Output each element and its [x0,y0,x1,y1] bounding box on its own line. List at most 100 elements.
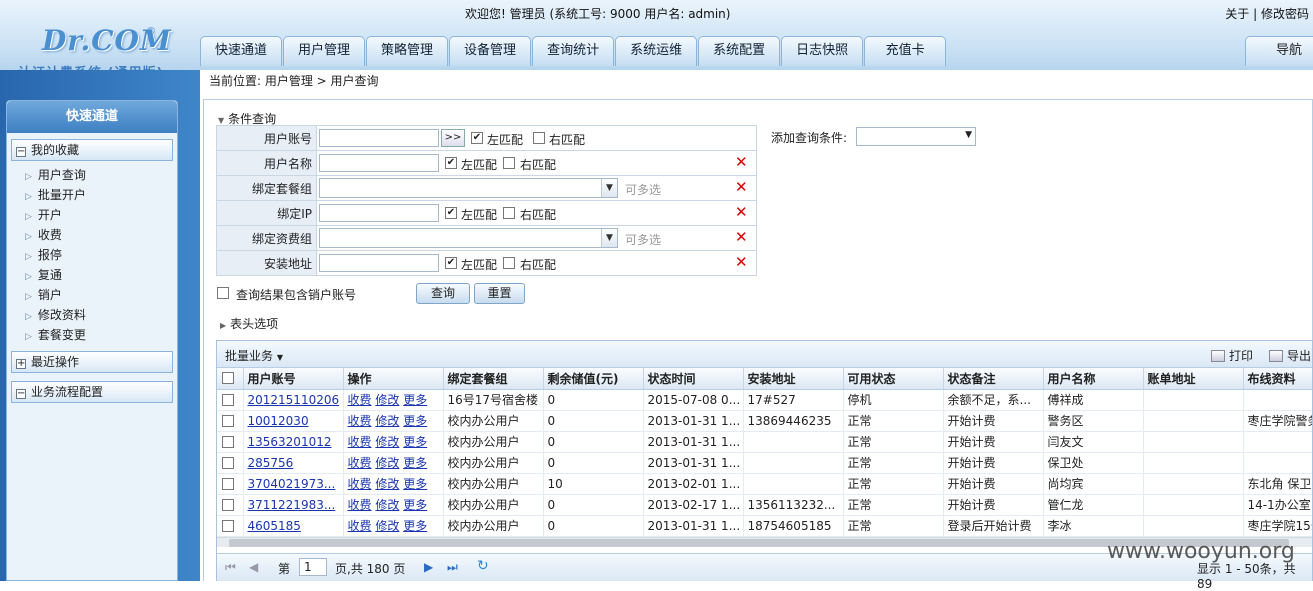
table-row[interactable]: 3711221983... 收费 修改 更多 校内办公用户 0 2013-02-17 1… [217,494,1312,516]
edit-link[interactable]: 修改 [375,414,399,428]
select-all-checkbox[interactable] [222,372,234,385]
row-checkbox[interactable] [222,477,234,490]
last-page-icon[interactable]: ⏭ [447,560,458,575]
left-match-checkbox[interactable]: ✔ [445,157,457,169]
sidebar-item[interactable]: ▷ 复通 [25,265,177,285]
column-header[interactable]: 剩余储值(元) [543,368,644,390]
page-number-input[interactable]: 1 [299,558,327,576]
row-checkbox[interactable] [222,456,234,469]
sidebar-group-recent[interactable]: + 最近操作 [11,351,173,373]
tab-3[interactable]: 设备管理 [449,36,532,66]
more-link[interactable]: 更多 [403,498,427,512]
more-link[interactable]: 更多 [403,393,427,407]
header-options-section[interactable]: ▶ 表头选项 [220,315,278,332]
tab-6[interactable]: 系统配置 [698,36,781,66]
account-link[interactable]: 4605185 [248,519,301,533]
more-link[interactable]: 更多 [403,456,427,470]
account-input[interactable] [319,129,439,147]
remove-condition-icon[interactable]: ✕ [735,178,748,196]
column-header[interactable]: 绑定套餐组 [443,368,544,390]
expand-button[interactable]: >> [441,129,465,147]
edit-link[interactable]: 修改 [375,435,399,449]
change-password-link[interactable]: 修改密码 [1261,7,1309,21]
charge-link[interactable]: 收费 [348,414,372,428]
tab-2[interactable]: 策略管理 [366,36,449,66]
row-checkbox[interactable] [222,498,234,511]
print-button[interactable]: 打印 [1211,347,1253,364]
more-link[interactable]: 更多 [403,414,427,428]
account-link[interactable]: 13563201012 [248,435,332,449]
row-checkbox[interactable] [222,519,234,532]
search-button[interactable]: 查询 [416,283,470,304]
sidebar-item[interactable]: ▷ 套餐变更 [25,325,177,345]
edit-link[interactable]: 修改 [375,498,399,512]
tab-1[interactable]: 用户管理 [283,36,366,66]
table-row[interactable]: 4605185 收费 修改 更多 校内办公用户 0 2013-01-31 1... 187… [217,515,1312,537]
sidebar-item[interactable]: ▷ 用户查询 [25,165,177,185]
table-row[interactable]: 285756 收费 修改 更多 校内办公用户 0 2013-01-31 1... 正常 开始… [217,452,1312,474]
left-match-checkbox[interactable]: ✔ [445,207,457,219]
sidebar-item[interactable]: ▷ 批量开户 [25,185,177,205]
charge-link[interactable]: 收费 [348,435,372,449]
tab-7[interactable]: 日志快照 [781,36,864,66]
column-header[interactable]: 布线资料 [1243,368,1312,390]
edit-link[interactable]: 修改 [375,456,399,470]
table-row[interactable]: 13563201012 收费 修改 更多 校内办公用户 0 2013-01-31 1..… [217,431,1312,453]
account-link[interactable]: 3704021973... [248,477,336,491]
column-header[interactable]: 状态备注 [943,368,1044,390]
include-closed-checkbox[interactable] [217,287,229,299]
reset-button[interactable]: 重置 [474,283,525,304]
table-row[interactable]: 10012030 收费 修改 更多 校内办公用户 0 2013-01-31 1... 13… [217,410,1312,432]
row-checkbox[interactable] [222,435,234,448]
table-row[interactable]: 3704021973... 收费 修改 更多 校内办公用户 10 2013-02-01 … [217,473,1312,495]
refresh-icon[interactable]: ↻ [477,558,489,574]
username-input[interactable] [319,154,439,172]
sidebar-group-workflow[interactable]: − 业务流程配置 [11,381,173,403]
remove-condition-icon[interactable]: ✕ [735,228,748,246]
tab-5[interactable]: 系统运维 [615,36,698,66]
about-link[interactable]: 关于 [1225,7,1249,21]
row-checkbox[interactable] [222,393,234,406]
package-select[interactable]: ▼ [319,178,618,198]
ip-input[interactable] [319,204,439,222]
more-link[interactable]: 更多 [403,519,427,533]
sidebar-item[interactable]: ▷ 修改资料 [25,305,177,325]
sidebar-item[interactable]: ▷ 收费 [25,225,177,245]
remove-condition-icon[interactable]: ✕ [735,253,748,271]
edit-link[interactable]: 修改 [375,477,399,491]
remove-condition-icon[interactable]: ✕ [735,153,748,171]
more-link[interactable]: 更多 [403,435,427,449]
edit-link[interactable]: 修改 [375,393,399,407]
charge-link[interactable]: 收费 [348,393,372,407]
charge-link[interactable]: 收费 [348,519,372,533]
first-page-icon[interactable]: ⏮ [225,560,236,575]
column-header[interactable]: 用户账号 [243,368,344,390]
next-page-icon[interactable]: ▶ [424,560,433,574]
column-header[interactable]: 安装地址 [743,368,844,390]
charge-link[interactable]: 收费 [348,477,372,491]
account-link[interactable]: 3711221983... [248,498,336,512]
tab-4[interactable]: 查询统计 [532,36,615,66]
export-button[interactable]: 导出 [1269,347,1311,364]
table-row[interactable]: 201215110206 收费 修改 更多 16号17号宿舍楼 0 2015-07-08… [217,389,1312,411]
tab-0[interactable]: 快速通道 [200,36,283,66]
tab-8[interactable]: 充值卡 [864,36,947,66]
edit-link[interactable]: 修改 [375,519,399,533]
charge-link[interactable]: 收费 [348,498,372,512]
address-input[interactable] [319,254,439,272]
tab-navigation[interactable]: 导航 [1245,36,1313,66]
sidebar-item[interactable]: ▷ 销户 [25,285,177,305]
remove-condition-icon[interactable]: ✕ [735,203,748,221]
column-header[interactable]: 状态时间 [643,368,744,390]
add-condition-select[interactable]: ▼ [856,127,976,146]
more-link[interactable]: 更多 [403,477,427,491]
right-match-checkbox[interactable] [503,207,515,219]
prev-page-icon[interactable]: ◀ [249,560,258,574]
sidebar-group-favorites[interactable]: − 我的收藏 [11,139,173,161]
sidebar-item[interactable]: ▷ 报停 [25,245,177,265]
left-match-checkbox[interactable]: ✔ [471,132,483,144]
sidebar-item[interactable]: ▷ 开户 [25,205,177,225]
column-header[interactable]: 操作 [343,368,444,390]
batch-business-menu[interactable]: 批量业务 ▼ [225,347,283,364]
right-match-checkbox[interactable] [503,157,515,169]
